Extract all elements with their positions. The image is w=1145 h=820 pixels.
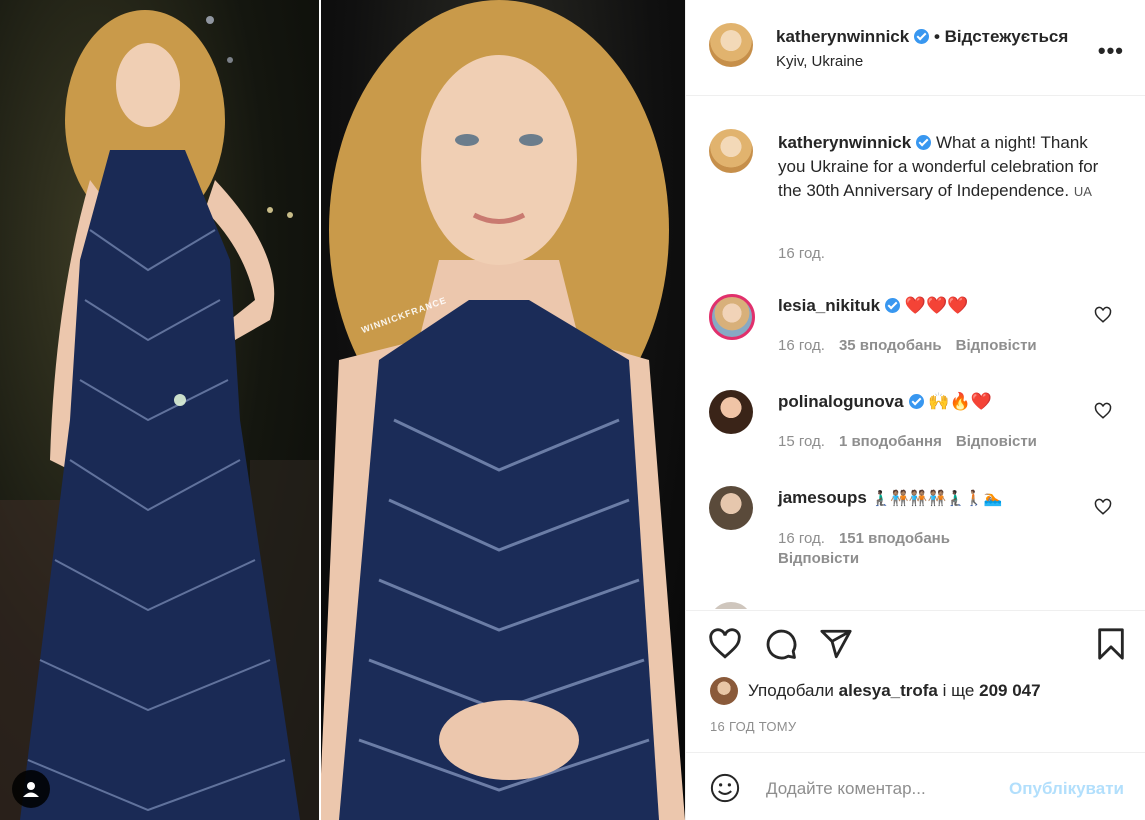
reply-button[interactable]: Відповісти [778, 550, 859, 567]
likes-and: і ще [942, 681, 975, 700]
comment-text: 🙌🔥❤️ [928, 392, 992, 411]
comment-like-heart-icon[interactable] [1094, 498, 1112, 516]
likes-prefix: Уподобали [748, 681, 834, 700]
reply-button[interactable]: Відповісти [956, 433, 1037, 450]
verified-icon [885, 298, 901, 313]
commenter-avatar[interactable] [709, 390, 753, 434]
post-actions: Уподобали alesya_trofa і ще 209 047 16 Г… [686, 610, 1145, 770]
post-header: katherynwinnick • Відстежується Kyiv, Uk… [686, 0, 1145, 96]
photo-full-length [0, 0, 319, 820]
comment-text-block: jamesoups 🧎🏿‍♂️🧑🏽‍🤝‍🧑🏽🧑🏽‍🤝‍🧑🏽🧑🏽‍🤝‍🧑🏽🧎🏿‍♂… [778, 486, 1118, 511]
comment-meta: 16 год. 35 вподобань Відповісти [778, 337, 1037, 354]
commenter-avatar[interactable] [709, 294, 755, 340]
verified-icon [914, 29, 930, 44]
author-header: katherynwinnick • Відстежується [776, 27, 1068, 47]
likes-count[interactable]: 209 047 [979, 681, 1040, 700]
more-dots-icon[interactable]: ••• [1098, 38, 1124, 64]
user-tags-button[interactable] [12, 770, 50, 808]
author-avatar[interactable] [709, 23, 753, 67]
like-heart-icon[interactable] [708, 627, 742, 661]
header-separator: • [933, 27, 940, 46]
reply-button[interactable]: Відповісти [956, 337, 1037, 354]
post-location[interactable]: Kyiv, Ukraine [776, 53, 863, 70]
likes-user[interactable]: alesya_trofa [839, 681, 938, 700]
liker-avatar[interactable] [710, 677, 738, 705]
photo-portrait: WINNICKFRANCE [319, 0, 685, 820]
share-icon[interactable] [819, 627, 853, 661]
post-time-ago[interactable]: 16 ГОД ТОМУ [710, 719, 796, 734]
verified-icon [908, 394, 924, 409]
likes-summary[interactable]: Уподобали alesya_trofa і ще 209 047 [748, 681, 1041, 701]
comment-text-block: lesia_nikituk ❤️❤️❤️ [778, 294, 1118, 318]
add-comment-section: Опублікувати [686, 752, 1145, 820]
comment-text: ❤️❤️❤️ [904, 296, 969, 315]
comment-text: 🧎🏿‍♂️🧑🏽‍🤝‍🧑🏽🧑🏽‍🤝‍🧑🏽🧑🏽‍🤝‍🧑🏽🧎🏿‍♂️🚶🏽🏊🏽 [871, 490, 1003, 507]
comment-username[interactable]: polinalogunova [778, 392, 904, 411]
comments-list[interactable]: katherynwinnick What a night! Thank you … [686, 97, 1145, 609]
comment-username[interactable]: jamesoups [778, 488, 867, 507]
caption-text-block: katherynwinnick What a night! Thank you … [778, 131, 1118, 204]
verified-icon [916, 135, 932, 150]
commenter-avatar-partial[interactable] [709, 602, 753, 609]
comment-input[interactable] [764, 771, 1008, 807]
comment-meta: 16 год. 151 вподобань Відповісти [778, 529, 1078, 569]
comment-username[interactable]: lesia_nikituk [778, 296, 880, 315]
post-media[interactable]: WINNICKFRANCE [0, 0, 685, 820]
user-icon [23, 782, 39, 797]
caption-avatar[interactable] [709, 129, 753, 173]
comment-text-block: polinalogunova 🙌🔥❤️ [778, 390, 1118, 414]
caption-username[interactable]: katherynwinnick [778, 133, 911, 152]
caption-time: 16 год. [778, 245, 825, 262]
emoji-icon[interactable] [710, 773, 740, 803]
commenter-avatar[interactable] [709, 486, 753, 530]
comment-meta: 15 год. 1 вподобання Відповісти [778, 433, 1037, 450]
follow-status-button[interactable]: Відстежується [945, 27, 1069, 46]
comment-likes[interactable]: 151 вподобань [839, 530, 950, 547]
bookmark-icon[interactable] [1094, 627, 1128, 661]
comment-like-heart-icon[interactable] [1094, 402, 1112, 420]
comment-like-heart-icon[interactable] [1094, 306, 1112, 324]
comment-likes[interactable]: 1 вподобання [839, 433, 942, 450]
post-side-panel: katherynwinnick • Відстежується Kyiv, Uk… [685, 0, 1145, 820]
comment-time: 16 год. [778, 337, 825, 354]
ua-flag: UA [1073, 184, 1092, 199]
comment-time: 15 год. [778, 433, 825, 450]
comment-time: 16 год. [778, 530, 825, 547]
comment-likes[interactable]: 35 вподобань [839, 337, 942, 354]
comment-icon[interactable] [764, 627, 798, 661]
publish-button[interactable]: Опублікувати [1009, 779, 1124, 799]
photo-divider [319, 0, 321, 820]
author-username[interactable]: katherynwinnick [776, 27, 909, 46]
